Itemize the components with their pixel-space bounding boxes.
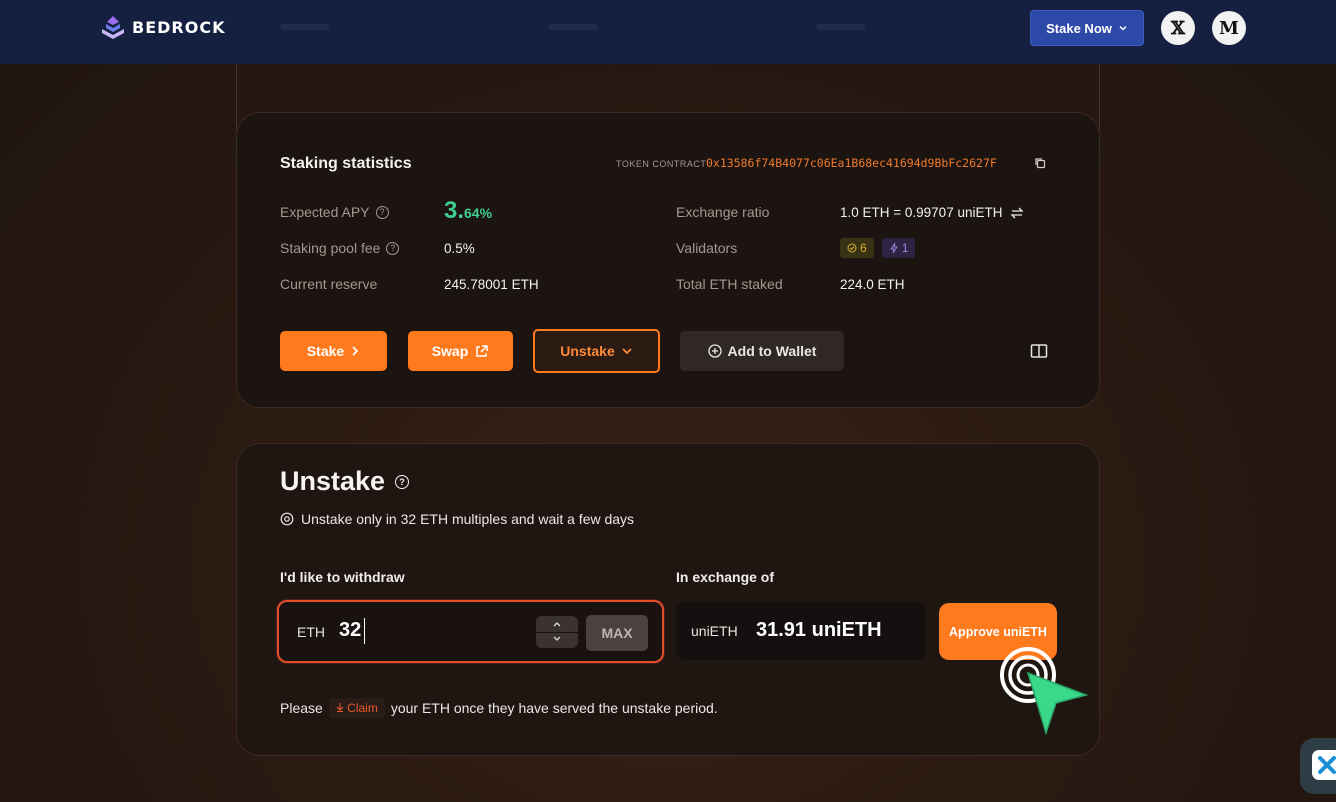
pool-fee-label: Staking pool fee (280, 240, 381, 256)
swap-button-label: Swap (431, 343, 469, 359)
text-caret (364, 618, 365, 644)
chevron-up-icon[interactable] (552, 620, 562, 628)
pool-fee-row: Staking pool fee ? (280, 240, 400, 256)
pending-validators-count: 1 (901, 241, 909, 255)
external-link-icon (476, 344, 489, 357)
reserve-value: 245.78001 ETH (444, 277, 539, 292)
claim-prefix: Please (280, 700, 323, 716)
click-cursor-icon (1000, 647, 1089, 736)
x-twitter-icon[interactable]: 𝕏 (1161, 11, 1195, 45)
swap-arrows-icon[interactable] (1010, 207, 1025, 219)
nav-ghost-2 (548, 24, 598, 30)
widget-logo (1312, 750, 1336, 780)
exchange-ratio-value: 1.0 ETH = 0.99707 uniETH (840, 205, 1025, 220)
withdraw-label: I'd like to withdraw (280, 569, 405, 585)
claim-link[interactable]: Claim (328, 698, 385, 718)
validators-row: Validators (676, 240, 737, 256)
exchange-ratio-text: 1.0 ETH = 0.99707 uniETH (840, 205, 1003, 220)
validators-label: Validators (676, 240, 738, 256)
total-staked-label: Total ETH staked (676, 276, 783, 292)
lightning-icon (889, 243, 898, 253)
add-to-wallet-label: Add to Wallet (727, 343, 817, 359)
stake-now-button[interactable]: Stake Now (1030, 10, 1144, 46)
floating-widget[interactable] (1300, 738, 1336, 794)
brand-logo[interactable]: BEDROCK (100, 14, 225, 40)
expected-apy-row: Expected APY ? (280, 204, 389, 220)
add-to-wallet-button[interactable]: Add to Wallet (680, 331, 844, 371)
stake-button[interactable]: Stake (280, 331, 387, 371)
plus-circle-icon (707, 344, 722, 358)
swap-button[interactable]: Swap (408, 331, 513, 371)
output-amount-field: uniETH 31.91 uniETH (676, 602, 925, 660)
x-logo-icon (1318, 756, 1336, 774)
help-icon[interactable]: ? (395, 474, 410, 489)
token-contract-label: TOKEN CONTRACT (616, 159, 707, 169)
stake-button-label: Stake (306, 343, 345, 359)
bedrock-logo-icon (102, 16, 124, 39)
stake-now-label: Stake Now (1046, 20, 1112, 36)
apy-decimal: 64% (464, 205, 493, 221)
validators-value: 6 1 (840, 238, 916, 258)
top-navbar: BEDROCK Stake Now 𝕏 M (0, 0, 1336, 64)
nav-ghost-1 (280, 24, 330, 30)
medium-glyph: M (1219, 17, 1239, 39)
exchange-ratio-label: Exchange ratio (676, 204, 770, 220)
reserve-label: Current reserve (280, 276, 378, 292)
unstake-dropdown-button[interactable]: Unstake (533, 329, 660, 373)
nav-ghost-3 (816, 24, 866, 30)
pool-fee-value: 0.5% (444, 241, 475, 256)
chevron-down-icon (622, 348, 632, 355)
unstake-note-text: Unstake only in 32 ETH multiples and wai… (301, 511, 635, 527)
brand-name: BEDROCK (132, 17, 226, 37)
apy-integer: 3. (444, 197, 465, 224)
active-validators-count: 6 (860, 241, 867, 255)
copy-icon[interactable] (1034, 157, 1046, 169)
total-staked-row: Total ETH staked (676, 276, 783, 292)
total-staked-value: 224.0 ETH (840, 277, 905, 292)
token-contract-address[interactable]: 0x13586f74B4077c06Ea1B68ec41694d9BbFc262… (706, 156, 997, 170)
pending-validators-badge: 1 (881, 238, 916, 258)
exchange-label: In exchange of (676, 569, 775, 585)
stats-title: Staking statistics (280, 155, 412, 172)
input-unit: ETH (297, 624, 325, 640)
claim-notice: Please Claim your ETH once they have ser… (280, 698, 718, 718)
expected-apy-value: 3.64% (444, 197, 492, 225)
max-label: MAX (601, 625, 633, 641)
help-icon[interactable]: ? (375, 205, 389, 219)
exchange-ratio-row: Exchange ratio (676, 204, 769, 220)
check-circle-icon (847, 243, 857, 253)
medium-icon[interactable]: M (1212, 11, 1246, 45)
unstake-button-label: Unstake (560, 343, 615, 359)
claim-suffix: your ETH once they have served the unsta… (390, 700, 718, 716)
active-validators-badge: 6 (840, 238, 874, 258)
refresh-circle-icon (280, 512, 294, 526)
output-unit: uniETH (691, 623, 738, 639)
expected-apy-label: Expected APY (280, 204, 370, 220)
claim-label: Claim (347, 701, 378, 715)
chevron-down-icon (1119, 25, 1127, 31)
book-icon[interactable] (1030, 343, 1048, 359)
reserve-row: Current reserve (280, 276, 377, 292)
download-arrow-icon (336, 703, 344, 713)
unstake-note: Unstake only in 32 ETH multiples and wai… (280, 511, 634, 527)
withdraw-amount-input[interactable]: ETH 32 MAX (277, 600, 664, 663)
amount-stepper[interactable] (536, 616, 578, 648)
unstake-section: Unstake ? (280, 466, 410, 497)
input-value: 32 (339, 619, 362, 641)
stepper-divider (536, 632, 578, 633)
chevron-right-icon (352, 346, 359, 356)
max-button[interactable]: MAX (586, 615, 648, 651)
help-icon[interactable]: ? (386, 241, 400, 255)
approve-label: Approve uniETH (949, 624, 1047, 639)
output-value: 31.91 uniETH (756, 619, 882, 641)
x-twitter-glyph: 𝕏 (1171, 17, 1185, 39)
chevron-down-icon[interactable] (552, 635, 562, 643)
unstake-title: Unstake (280, 466, 386, 496)
